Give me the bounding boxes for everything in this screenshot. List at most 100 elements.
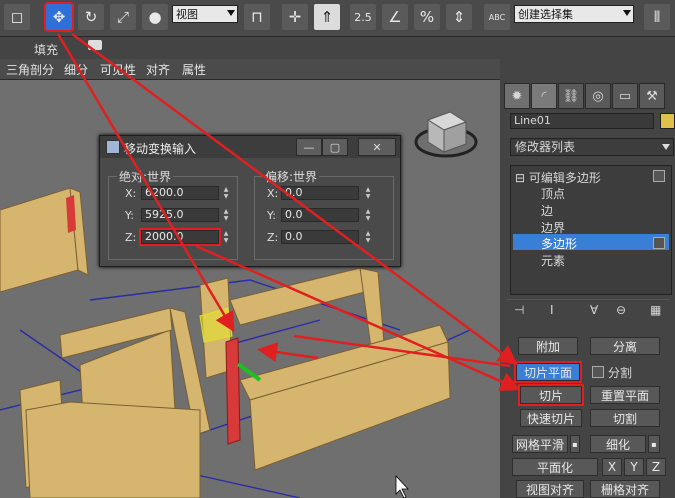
stack-tools-bar: ⊣ Ⅰ ∀ ⊖ ▦ (506, 299, 670, 318)
edit-named-selection-icon[interactable]: ABC (484, 4, 510, 30)
stack-selection-highlight (513, 234, 669, 250)
abs-x-label: X: (125, 187, 137, 200)
attach-button[interactable]: 附加 (518, 337, 578, 355)
planar-y-button[interactable]: Y (624, 458, 644, 476)
select-scale-icon[interactable]: ⤢ (110, 4, 136, 30)
split-label: 分割 (608, 366, 633, 380)
off-y-spinner[interactable]: ▲ ▼ (363, 208, 373, 222)
dialog-title: 移动变换输入 (124, 142, 197, 156)
stack-item-edge[interactable]: 边 (541, 202, 553, 219)
modify-tab-icon[interactable]: ◜ (531, 83, 557, 109)
meshsmooth-button[interactable]: 网格平滑 (512, 435, 568, 453)
display-tab-icon[interactable]: ▭ (612, 83, 638, 109)
object-color-swatch[interactable] (660, 113, 675, 129)
angle-snap-icon[interactable]: ∠ (382, 4, 408, 30)
ribbon-item-triangulate[interactable]: 三角剖分 (6, 61, 54, 78)
minimize-button[interactable]: — (296, 138, 322, 156)
select-move-icon[interactable]: ✥ (44, 2, 74, 32)
stack-item-element[interactable]: 元素 (541, 252, 565, 269)
ribbon-tabs: 三角剖分 细分 可见性 对齐 属性 (0, 59, 500, 80)
make-planar-button[interactable]: 平面化 (512, 458, 598, 476)
abs-x-spinner[interactable]: ▲ ▼ (221, 186, 231, 200)
named-selection-sets-combo[interactable]: 创建选择集 (514, 5, 634, 23)
create-tab-icon[interactable]: ✹ (504, 83, 530, 109)
off-x-field[interactable]: 0.0 (281, 186, 359, 200)
tessellate-settings-icon[interactable]: ▪ (648, 435, 660, 453)
show-end-result-icon[interactable]: Ⅰ (550, 303, 554, 317)
tessellate-button[interactable]: 细化 (590, 435, 646, 453)
mouse-cursor-icon (395, 474, 409, 498)
pin-stack-icon[interactable]: ⊣ (514, 303, 524, 317)
cut-button[interactable]: 切割 (590, 409, 660, 427)
abs-y-field[interactable]: 5925.0 (141, 208, 219, 222)
planar-z-button[interactable]: Z (646, 458, 666, 476)
split-checkbox[interactable] (592, 366, 604, 378)
dialog-title-bar[interactable]: 移动变换输入 — ▢ ✕ (100, 136, 400, 158)
planar-x-button[interactable]: X (602, 458, 622, 476)
modifier-stack: ⊟ 可编辑多边形 顶点 边 边界 多边形 元素 (510, 165, 672, 295)
fill-icon (88, 40, 102, 50)
select-place-icon[interactable]: ● (142, 4, 168, 30)
ribbon-item-visibility[interactable]: 可见性 (100, 61, 136, 78)
move-transform-type-in-dialog: 移动变换输入 — ▢ ✕ 绝对:世界 X: 6200.0 ▲ ▼ Y: 5925.… (99, 135, 401, 267)
off-x-spinner[interactable]: ▲ ▼ (363, 186, 373, 200)
ribbon-row: 填充 (0, 37, 500, 59)
object-name-field[interactable]: Line01 (510, 113, 654, 129)
percent-snap-icon[interactable]: % (414, 4, 440, 30)
reference-coordinate-combo[interactable]: 视图 (172, 5, 238, 23)
close-button[interactable]: ✕ (358, 138, 396, 156)
off-z-spinner[interactable]: ▲ ▼ (363, 230, 373, 244)
modifier-list-combo[interactable]: 修改器列表 (510, 138, 674, 156)
viewcube[interactable] (414, 111, 478, 158)
absolute-world-label: 绝对:世界 (117, 168, 174, 185)
slice-plane-button[interactable]: 切片平面 (514, 361, 582, 383)
selected-wall-slab[interactable] (225, 337, 241, 445)
detach-button[interactable]: 分离 (590, 337, 660, 355)
pivot-center-icon[interactable]: ⊓ (244, 4, 270, 30)
ribbon-item-properties[interactable]: 属性 (182, 61, 206, 78)
off-x-label: X: (267, 187, 279, 200)
command-panel: ✹ ◜ ⛓ ◎ ▭ ⚒ Line01 修改器列表 ⊟ 可编辑多边形 顶点 边 边… (500, 37, 675, 498)
spinner-snap-icon[interactable]: ⇕ (446, 4, 472, 30)
slice-button[interactable]: 切片 (518, 384, 584, 406)
stack-toggle-editable-poly[interactable] (653, 170, 665, 182)
abs-y-spinner[interactable]: ▲ ▼ (221, 208, 231, 222)
select-rotate-icon[interactable]: ↻ (78, 4, 104, 30)
off-z-field[interactable]: 0.0 (281, 230, 359, 244)
select-region-icon[interactable]: ◻ (4, 4, 30, 30)
reset-plane-button[interactable]: 重置平面 (590, 386, 660, 404)
motion-tab-icon[interactable]: ◎ (585, 83, 611, 109)
meshsmooth-settings-icon[interactable]: ▪ (570, 435, 580, 453)
abs-y-label: Y: (125, 209, 134, 222)
ribbon-item-subdivide[interactable]: 细分 (64, 61, 88, 78)
abs-z-label: Z: (125, 231, 137, 244)
off-z-label: Z: (267, 231, 279, 244)
main-toolbar: ◻ ✥ ↻ ⤢ ● 视图 ⊓ ✛ ⇑ 2.5 ∠ % ⇕ ABC 创建选择集 ⫴ (0, 0, 675, 37)
offset-world-label: 偏移:世界 (263, 168, 320, 185)
view-align-button[interactable]: 视图对齐 (516, 480, 584, 498)
keyboard-shortcut-toggle-icon[interactable]: ⇑ (314, 4, 340, 30)
offset-world-group: 偏移:世界 X: 0.0 ▲ ▼ Y: 0.0 ▲ ▼ Z: 0.0 ▲ ▼ (254, 168, 394, 260)
make-unique-icon[interactable]: ∀ (590, 303, 598, 317)
mirror-icon[interactable]: ⫴ (644, 4, 670, 30)
stack-item-vertex[interactable]: 顶点 (541, 185, 565, 202)
grid-align-button[interactable]: 栅格对齐 (590, 480, 660, 498)
maximize-button[interactable]: ▢ (322, 138, 348, 156)
utilities-tab-icon[interactable]: ⚒ (639, 83, 665, 109)
ribbon-item-align[interactable]: 对齐 (146, 61, 170, 78)
select-manipulate-icon[interactable]: ✛ (282, 4, 308, 30)
stack-item-editable-poly[interactable]: ⊟ 可编辑多边形 (515, 169, 601, 186)
abs-z-field[interactable]: 2000.0 (139, 228, 221, 246)
hierarchy-tab-icon[interactable]: ⛓ (558, 83, 584, 109)
abs-z-spinner[interactable]: ▲ ▼ (221, 230, 231, 244)
configure-sets-icon[interactable]: ▦ (650, 303, 661, 317)
fill-label[interactable]: 填充 (34, 41, 58, 58)
remove-modifier-icon[interactable]: ⊖ (616, 303, 626, 317)
stack-item-polygon[interactable]: 多边形 (541, 235, 577, 252)
stack-toggle-polygon[interactable] (653, 237, 665, 249)
off-y-field[interactable]: 0.0 (281, 208, 359, 222)
quickslice-button[interactable]: 快速切片 (520, 409, 582, 427)
snaps-toggle-icon[interactable]: 2.5 (350, 4, 376, 30)
dialog-app-icon (106, 140, 120, 154)
abs-x-field[interactable]: 6200.0 (141, 186, 219, 200)
